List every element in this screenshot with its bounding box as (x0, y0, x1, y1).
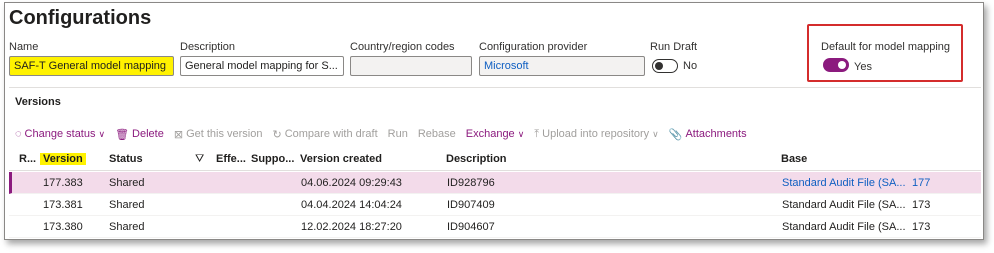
base-link[interactable]: Standard Audit File (SA... (782, 177, 906, 189)
run-draft-toggle[interactable] (652, 59, 678, 73)
versions-title: Versions (15, 96, 61, 108)
run-button[interactable]: Run (388, 128, 408, 140)
country-field[interactable] (350, 56, 472, 76)
paperclip-icon: 📎 (668, 128, 683, 141)
description-cell: ID904607 (447, 221, 495, 233)
base-cell: Standard Audit File (SA... (782, 199, 906, 211)
table-row[interactable]: 177.383 Shared 04.06.2024 09:29:43 ID928… (9, 172, 981, 194)
toggle-knob (838, 61, 846, 69)
delete-button[interactable]: 🗑 Delete (115, 128, 164, 141)
name-label: Name (9, 41, 39, 53)
col-created[interactable]: Version created (300, 153, 382, 165)
description-field[interactable]: General model mapping for S... (180, 56, 344, 76)
provider-label: Configuration provider (479, 41, 588, 53)
description-label: Description (180, 41, 236, 53)
run-draft-label: Run Draft (650, 41, 698, 53)
name-field[interactable]: SAF-T General model mapping (9, 56, 174, 76)
status-dashed-circle-icon: ◌ (15, 128, 22, 140)
provider-link[interactable]: Microsoft (484, 60, 529, 72)
table-row[interactable]: 173.380 Shared 12.02.2024 18:27:20 ID904… (9, 216, 981, 238)
trash-icon: 🗑 (115, 128, 130, 141)
default-mapping-label: Default for model mapping (821, 41, 951, 53)
compare-label: Compare with draft (284, 128, 378, 140)
rebase-label: Rebase (417, 128, 456, 140)
versions-toolbar: ◌ Change status ∨ 🗑 Delete ⊠ Get this ve… (15, 125, 757, 143)
run-label: Run (387, 128, 408, 140)
col-description[interactable]: Description (446, 153, 507, 165)
get-version-button[interactable]: ⊠ Get this version (174, 128, 263, 141)
created-cell: 04.06.2024 09:29:43 (301, 177, 402, 189)
upload-icon: ⤒ (534, 127, 540, 140)
default-mapping-state: Yes (854, 61, 872, 73)
version-cell: 177.383 (43, 177, 83, 189)
get-version-label: Get this version (186, 128, 263, 140)
chevron-down-icon: ∨ (517, 128, 525, 139)
status-cell: Shared (109, 221, 145, 233)
attachments-label: Attachments (685, 128, 747, 140)
col-base[interactable]: Base (781, 153, 807, 165)
version-cell: 173.380 (43, 221, 83, 233)
description-cell: ID907409 (447, 199, 495, 211)
country-label: Country/region codes (350, 41, 455, 53)
chevron-down-icon: ∨ (652, 128, 659, 139)
chevron-down-icon: ∨ (98, 128, 106, 139)
rebase-button[interactable]: Rebase (418, 128, 456, 140)
edit-icon: ⊠ (173, 128, 184, 141)
compare-button[interactable]: ↻ Compare with draft (272, 128, 377, 141)
page-title: Configurations (9, 7, 152, 29)
provider-field[interactable]: Microsoft (479, 56, 645, 76)
upload-button[interactable]: ⤒ Upload into repository ∨ (534, 128, 658, 141)
table-row[interactable]: 173.381 Shared 04.04.2024 14:04:24 ID907… (9, 194, 981, 216)
change-status-button[interactable]: ◌ Change status ∨ (15, 128, 105, 140)
filter-icon[interactable]: ⛛ (195, 153, 204, 166)
attachments-button[interactable]: 📎 Attachments (669, 128, 747, 141)
status-cell: Shared (109, 177, 145, 189)
col-status[interactable]: Status (109, 153, 143, 165)
exchange-button[interactable]: Exchange ∨ (466, 128, 525, 140)
col-version[interactable]: Version (40, 153, 86, 165)
version-cell: 173.381 (43, 199, 83, 211)
description-cell: ID928796 (447, 177, 495, 189)
compare-icon: ↻ (272, 128, 282, 141)
change-status-label: Change status (24, 128, 96, 140)
col-effective[interactable]: Effe... (216, 153, 246, 165)
callout-highlight-box (807, 24, 963, 82)
created-cell: 12.02.2024 18:27:20 (301, 221, 402, 233)
configurations-window: Configurations Name SAF-T General model … (4, 2, 984, 240)
versions-grid-header: R... Version Status ⛛ Effe... Suppo... V… (9, 149, 981, 171)
base-version-cell: 173 (912, 221, 931, 233)
toggle-knob (655, 62, 663, 70)
exchange-label: Exchange (465, 128, 515, 140)
default-mapping-toggle[interactable] (823, 58, 849, 72)
delete-label: Delete (132, 128, 164, 140)
versions-section: Versions ◌ Change status ∨ 🗑 Delete ⊠ Ge… (9, 87, 981, 238)
created-cell: 04.04.2024 14:04:24 (301, 199, 402, 211)
status-cell: Shared (109, 199, 145, 211)
col-supported[interactable]: Suppo... (251, 153, 294, 165)
upload-label: Upload into repository (542, 128, 650, 140)
base-version-cell: 173 (912, 199, 931, 211)
col-r[interactable]: R... (19, 153, 36, 165)
base-version-cell: 177 (912, 177, 931, 189)
run-draft-state: No (683, 60, 698, 72)
base-cell: Standard Audit File (SA... (782, 221, 906, 233)
